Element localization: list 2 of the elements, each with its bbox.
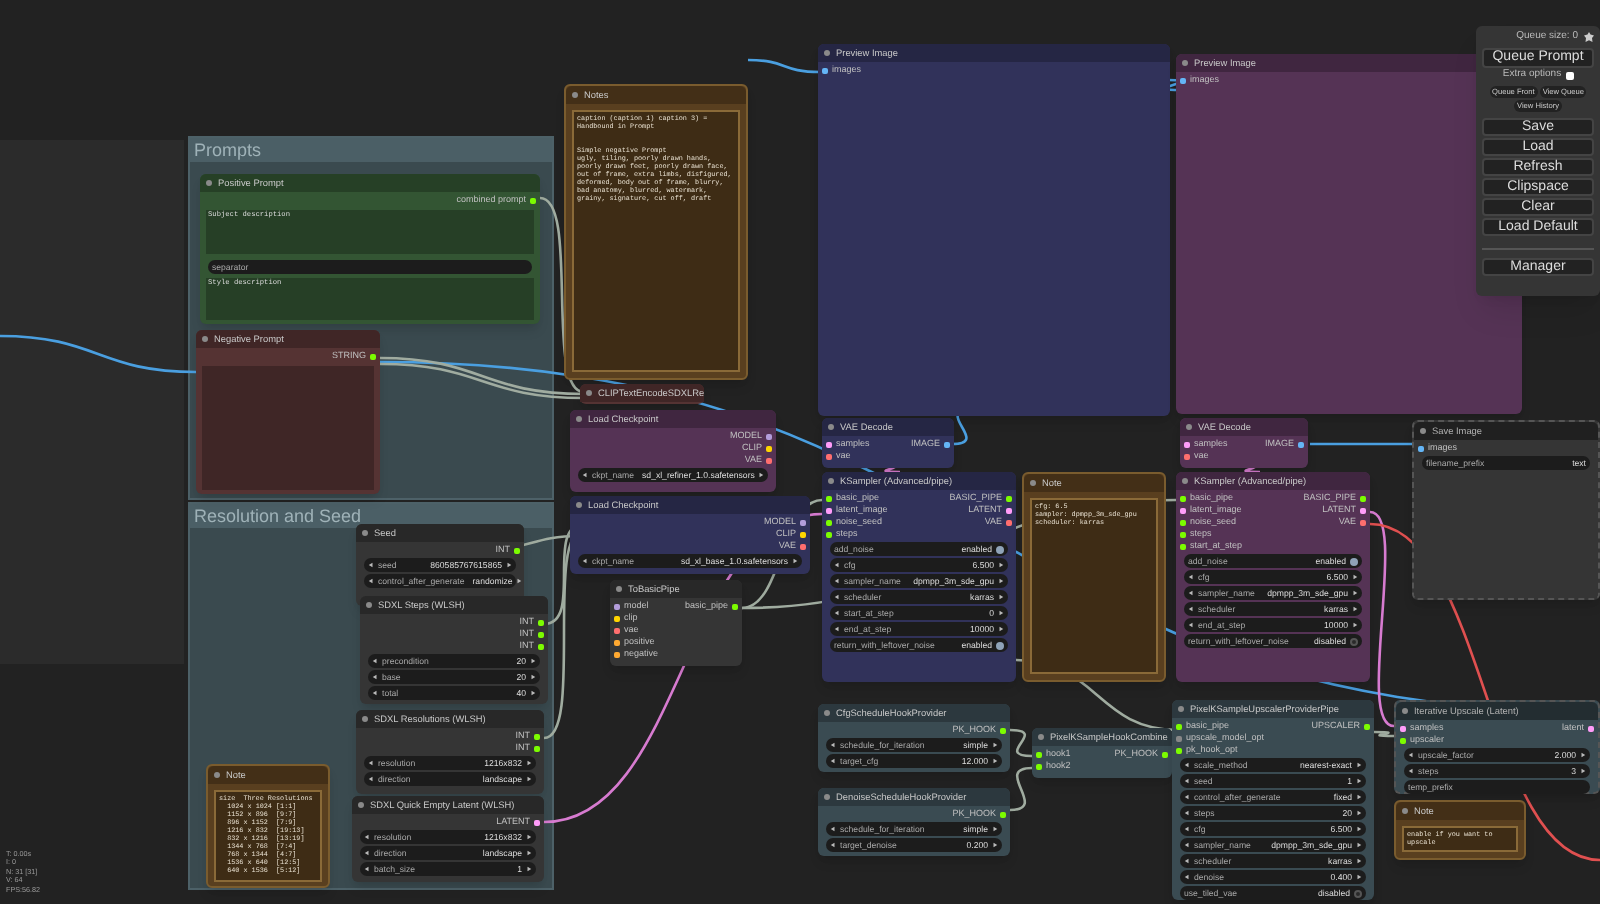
group-title: Prompts: [190, 138, 552, 162]
group-title: Resolution and Seed: [190, 504, 552, 528]
